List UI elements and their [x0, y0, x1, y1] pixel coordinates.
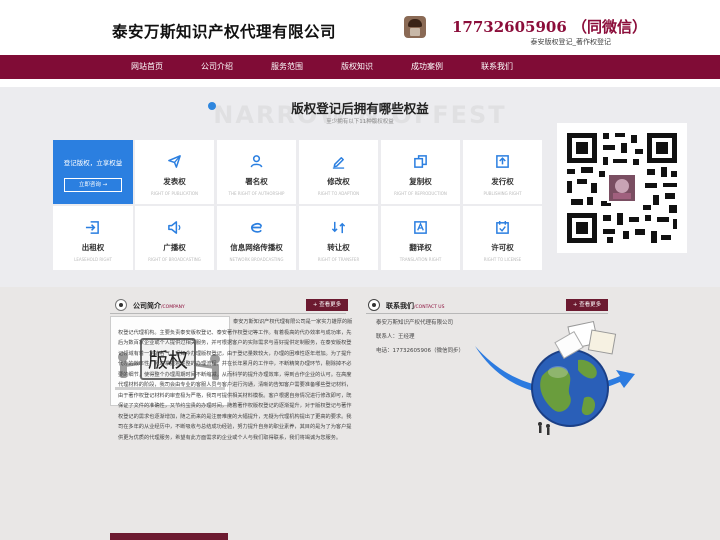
- nav-item-cases[interactable]: 成功案例: [408, 55, 446, 79]
- service-en: RIGHT TO ADAPTION: [317, 191, 360, 196]
- service-card-reproduction[interactable]: 复制权 RIGHT OF REPRODUCTION: [381, 140, 460, 204]
- nav-item-services[interactable]: 服务范围: [268, 55, 306, 79]
- main-nav: 网站首页 公司介绍 服务范围 版权知识 成功案例 联系我们: [0, 55, 720, 79]
- company-name[interactable]: 泰安万斯知识产权代理有限公司: [112, 20, 336, 42]
- telephone-small-icon: [368, 299, 380, 311]
- about-text: 泰安万斯知识产权代理有限公司是一家实力雄厚的版权登记代理机构。主要负责泰安版权登…: [118, 319, 353, 441]
- service-en: RIGHT OF BROADCASTING: [148, 257, 201, 262]
- copy-icon: [414, 155, 427, 168]
- service-en: RIGHT OF PUBLICATION: [151, 191, 198, 196]
- service-en: NETWORK BROADCASTING: [229, 257, 284, 262]
- broadcast-icon: [168, 221, 181, 234]
- service-en: RIGHT OF TRANSFER: [317, 257, 360, 262]
- divider: [110, 313, 346, 314]
- service-title: 署名权: [245, 177, 268, 186]
- bottom-section-bar: [110, 533, 228, 540]
- nav-item-knowledge[interactable]: 版权知识: [338, 55, 376, 79]
- send-icon: [168, 155, 181, 168]
- service-title: 发表权: [163, 177, 186, 186]
- service-card-leasehold[interactable]: 出租权 LEASEHOLD RIGHT: [53, 206, 133, 270]
- translate-icon: [414, 221, 427, 234]
- edit-icon: [332, 157, 345, 169]
- lease-icon: [85, 221, 99, 234]
- service-card-license[interactable]: 许可权 RIGHT TO LICENSE: [463, 206, 542, 270]
- nav-item-home[interactable]: 网站首页: [128, 55, 166, 79]
- divider: [366, 313, 608, 314]
- service-en: TRANSLATION RIGHT: [399, 257, 442, 262]
- service-title: 复制权: [409, 177, 432, 186]
- header: 泰安万斯知识产权代理有限公司 17732605906 （同微信） 泰安版权登记_…: [0, 0, 720, 55]
- network-icon: [250, 222, 263, 233]
- service-card-transfer[interactable]: 转让权 RIGHT OF TRANSFER: [299, 206, 378, 270]
- service-title: 信息网络传播权: [230, 243, 283, 252]
- transfer-icon: [331, 221, 346, 234]
- service-card-publishing[interactable]: 发行权 PUBLISHING RIGHT: [463, 140, 542, 204]
- service-title: 修改权: [327, 177, 350, 186]
- services-section: NARROW & OFFEST 版权登记后拥有哪些权益 至少拥有以下11种版权权…: [0, 87, 720, 287]
- contact-company: 泰安万斯知识产权代理有限公司: [376, 320, 454, 326]
- service-title: 发行权: [491, 177, 514, 186]
- hotline-number: 17732605906 （同微信）: [452, 18, 648, 36]
- globe-illustration: [470, 316, 640, 446]
- hotline-subtitle: 泰安版权登记_著作权登记: [530, 38, 612, 46]
- wechat-qr-code: [557, 123, 687, 253]
- service-en: RIGHT OF REPRODUCTION: [394, 191, 447, 196]
- about-more-button[interactable]: + 查看更多: [306, 299, 348, 311]
- contact-title: 联系我们/CONTACT US: [386, 302, 445, 310]
- service-en: PUBLISHING RIGHT: [483, 191, 522, 196]
- user-icon: [250, 155, 263, 168]
- service-title: 许可权: [491, 243, 514, 252]
- promo-text: 登记版权，立享权益: [63, 159, 123, 167]
- section-title: 版权登记后拥有哪些权益: [291, 101, 429, 116]
- license-icon: [496, 220, 509, 234]
- service-en: LEASEHOLD RIGHT: [74, 257, 112, 262]
- nav-item-contact[interactable]: 联系我们: [478, 55, 516, 79]
- telephone-icon: [404, 16, 426, 38]
- consult-button[interactable]: 立即咨询 →: [64, 178, 122, 192]
- promo-card: 登记版权，立享权益 立即咨询 →: [53, 140, 133, 204]
- service-title: 出租权: [81, 243, 105, 252]
- service-card-adaption[interactable]: 修改权 RIGHT TO ADAPTION: [299, 140, 378, 204]
- service-card-publication[interactable]: 发表权 RIGHT OF PUBLICATION: [135, 140, 214, 204]
- service-title: 转让权: [327, 243, 350, 252]
- location-icon: [115, 299, 127, 311]
- service-en: RIGHT TO LICENSE: [483, 257, 522, 262]
- service-title: 翻译权: [409, 243, 432, 252]
- service-card-network[interactable]: 信息网络传播权 NETWORK BROADCASTING: [217, 206, 296, 270]
- nav-item-about[interactable]: 公司介绍: [198, 55, 236, 79]
- upload-icon: [496, 155, 509, 168]
- service-en: THE RIGHT OF AUTHORSHIP: [228, 191, 285, 196]
- service-card-translation[interactable]: 翻译权 TRANSLATION RIGHT: [381, 206, 460, 270]
- about-title: 公司简介/COMPANY: [133, 302, 185, 310]
- qr-code-image: [557, 123, 687, 253]
- contact-more-button[interactable]: + 查看更多: [566, 299, 608, 311]
- service-card-broadcasting[interactable]: 广播权 RIGHT OF BROADCASTING: [135, 206, 214, 270]
- service-card-authorship[interactable]: 署名权 THE RIGHT OF AUTHORSHIP: [217, 140, 296, 204]
- contact-person: 联系人：王经理: [376, 334, 415, 340]
- service-title: 广播权: [163, 243, 186, 252]
- contact-phone: 电话：17732605906（微信同步）: [376, 348, 464, 354]
